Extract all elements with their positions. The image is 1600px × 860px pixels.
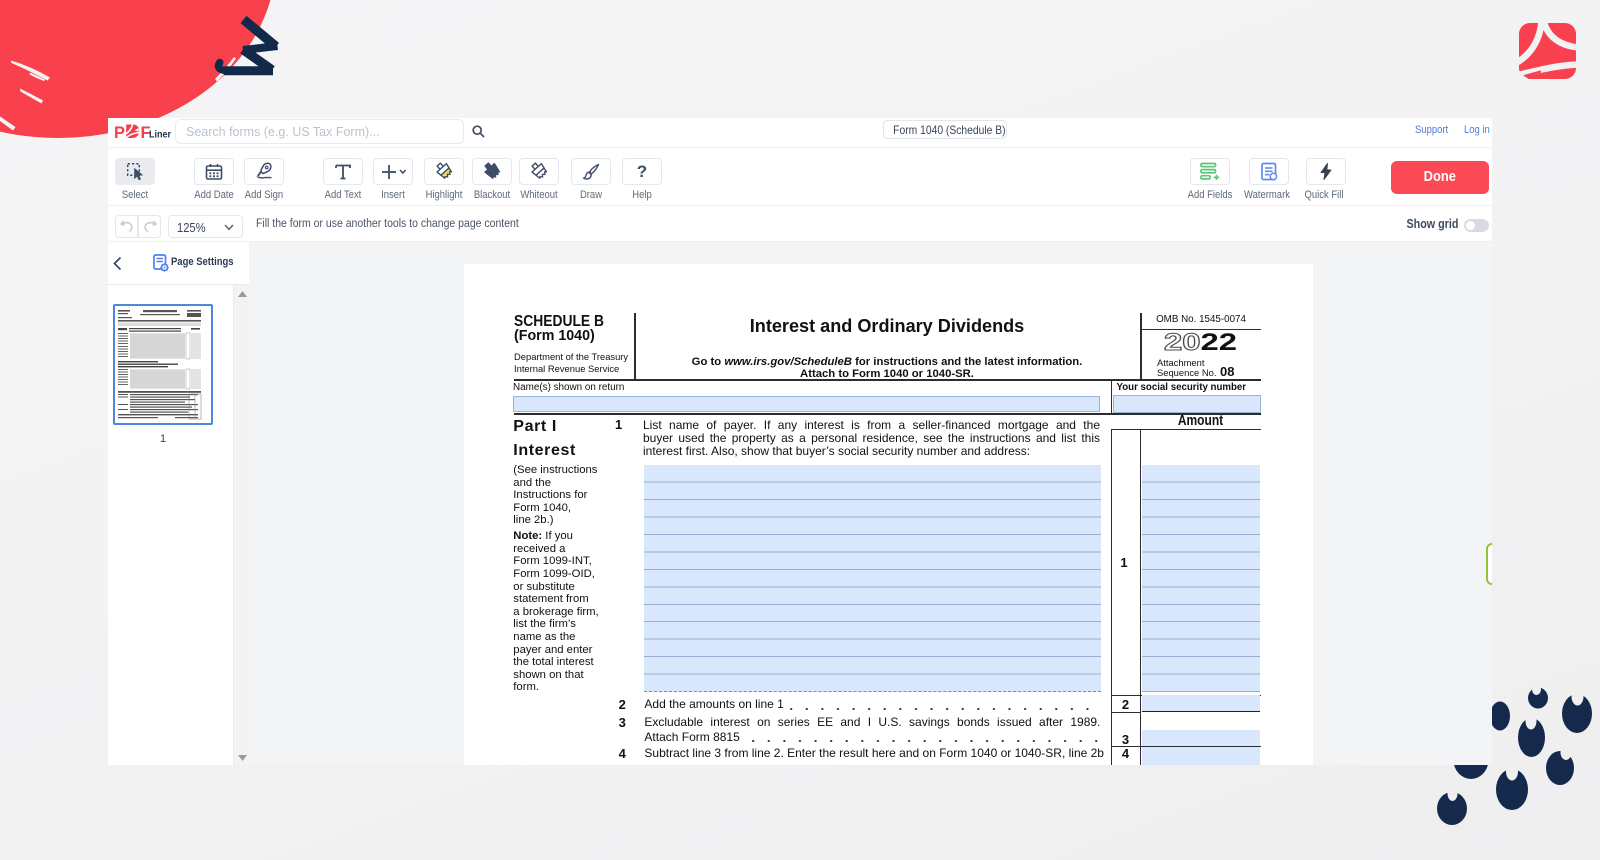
svg-text:P: P — [114, 124, 125, 142]
svg-text:Liner: Liner — [149, 128, 171, 139]
